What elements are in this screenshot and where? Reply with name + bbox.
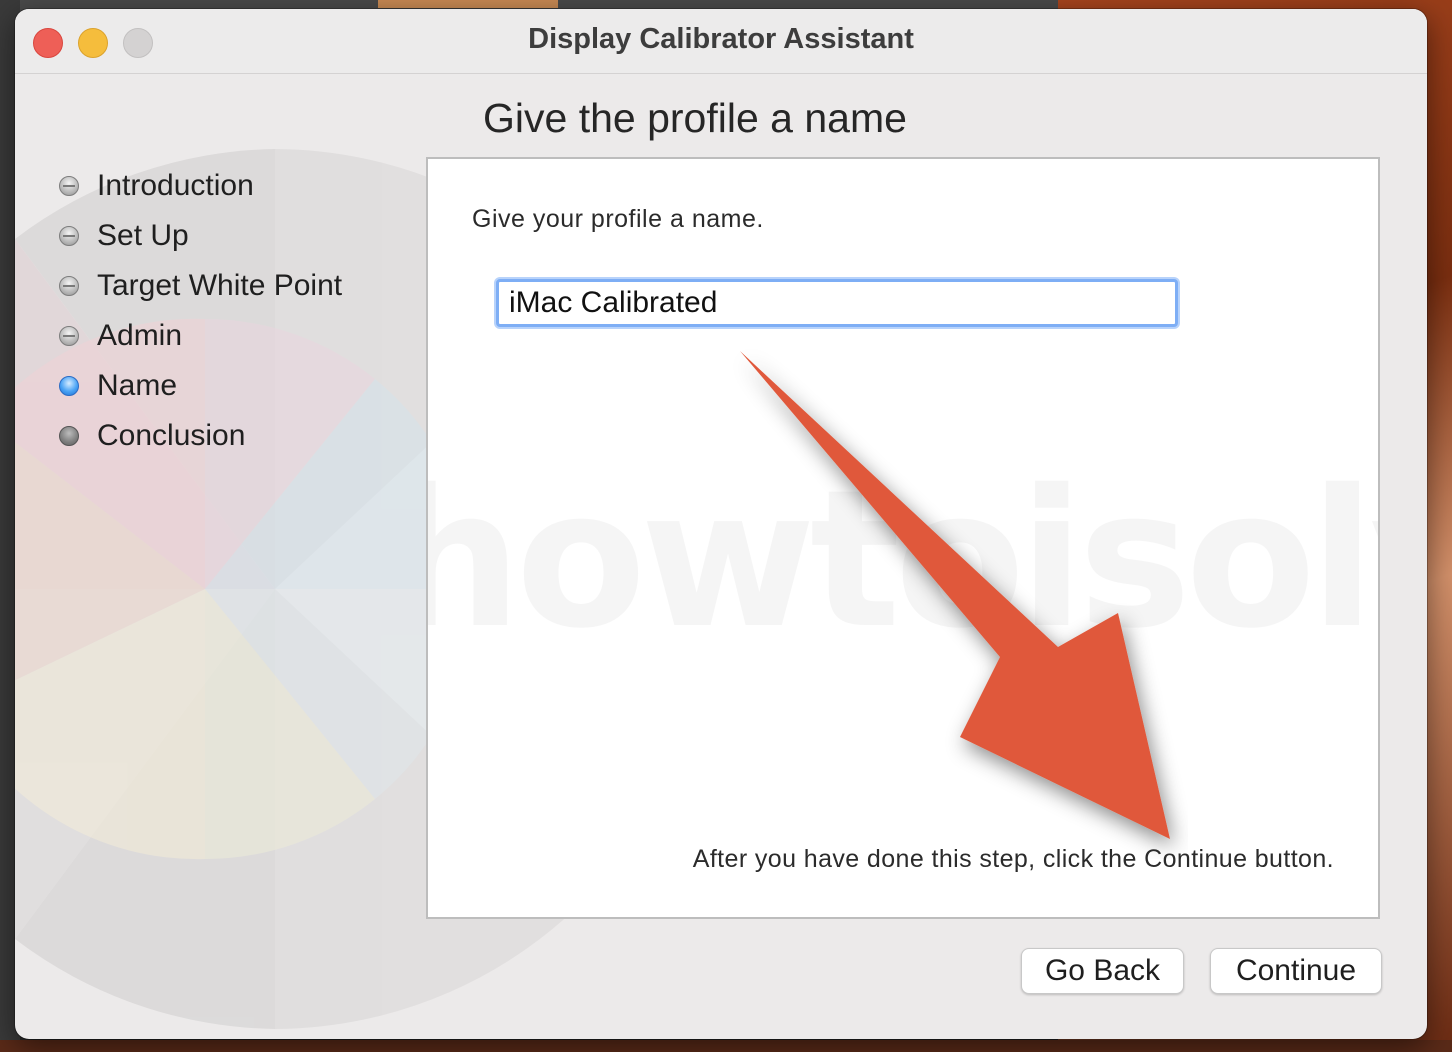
step-label: Set Up [97, 219, 189, 252]
continue-button[interactable]: Continue [1210, 948, 1382, 994]
step-introduction: Introduction [59, 161, 342, 211]
step-target-white-point: Target White Point [59, 261, 342, 311]
step-label: Target White Point [97, 269, 343, 302]
step-admin: Admin [59, 311, 342, 361]
continue-hint: After you have done this step, click the… [692, 845, 1334, 873]
window-title: Display Calibrator Assistant [528, 23, 914, 55]
step-label: Conclusion [97, 419, 246, 452]
calibrator-window: Display Calibrator Assistant Give the pr… [15, 9, 1427, 1039]
step-done-icon [59, 326, 79, 346]
step-done-icon [59, 226, 79, 246]
step-set-up: Set Up [59, 211, 342, 261]
profile-name-field[interactable] [496, 279, 1178, 327]
arrow-annotation-icon [740, 351, 1170, 839]
step-done-icon [59, 176, 79, 196]
step-label: Name [97, 369, 178, 402]
step-current-icon [59, 376, 79, 396]
step-label: Admin [97, 319, 183, 352]
desktop-background-bottom [0, 1040, 1452, 1052]
go-back-button[interactable]: Go Back [1021, 948, 1184, 994]
profile-name-prompt: Give your profile a name. [472, 205, 764, 233]
desktop-accent [378, 0, 558, 8]
page-title: Give the profile a name [483, 95, 907, 141]
content-panel: (c) howtoisolve.com Give your profile a … [426, 157, 1380, 919]
step-list: Introduction Set Up Target White Point A… [59, 161, 342, 461]
step-pending-icon [59, 426, 79, 446]
step-conclusion: Conclusion [59, 411, 342, 461]
step-name: Name [59, 361, 342, 411]
step-label: Introduction [97, 169, 254, 202]
step-done-icon [59, 276, 79, 296]
title-bar[interactable]: Display Calibrator Assistant [15, 9, 1427, 74]
